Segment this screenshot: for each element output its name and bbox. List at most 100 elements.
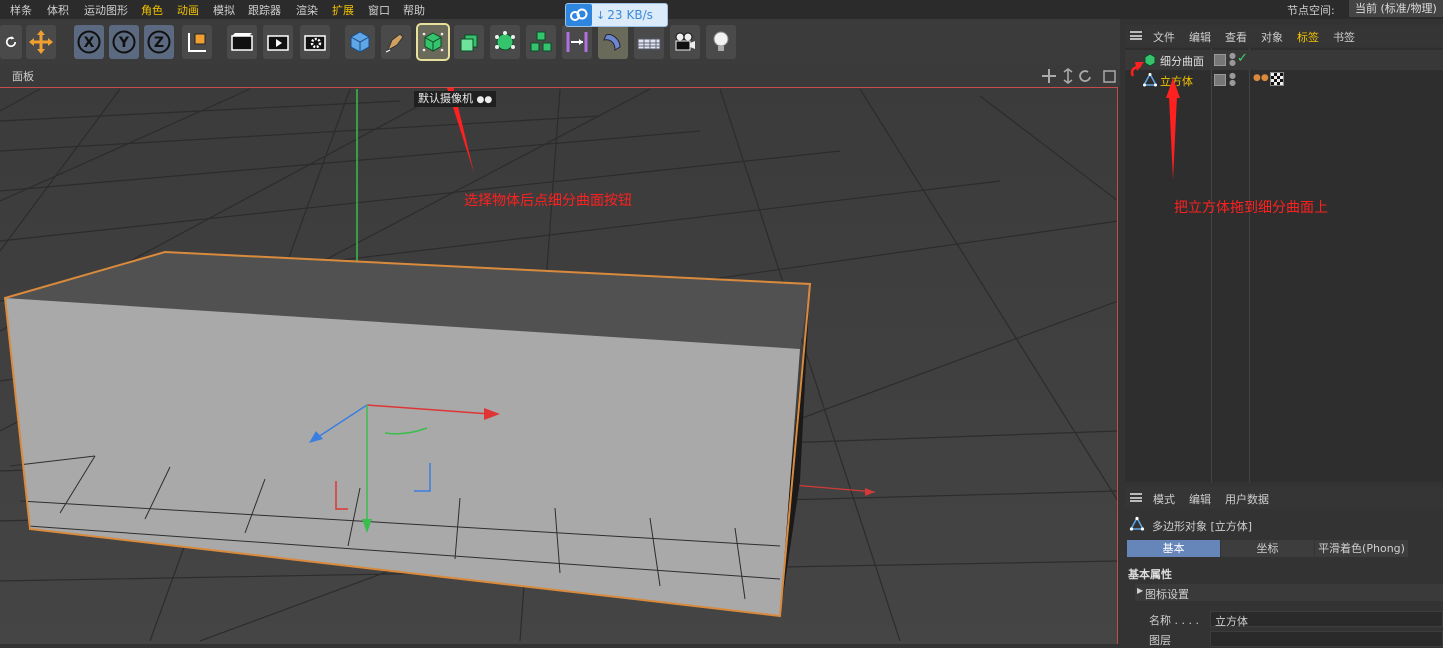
tab-basic[interactable]: 基本 [1127,540,1220,557]
icon-settings-group[interactable]: ▶ 图标设置 [1135,584,1443,601]
subdivision-surface-button[interactable] [416,23,450,61]
menu-tracker[interactable]: 跟踪器 [248,2,281,18]
render-settings-icon [304,35,326,51]
menu-help[interactable]: 帮助 [403,2,425,18]
menu-character[interactable]: 角色 [141,2,163,18]
am-menu-mode[interactable]: 模式 [1153,491,1175,507]
om-menu-edit[interactable]: 编辑 [1189,29,1211,45]
cube-button[interactable] [345,25,375,59]
layer-icon[interactable] [1214,74,1226,86]
menu-simulate[interactable]: 模拟 [213,2,235,18]
layer-icon[interactable] [1214,54,1226,66]
layer-field[interactable] [1210,631,1443,647]
menu-volume[interactable]: 体积 [47,2,69,18]
om-menu-tags[interactable]: 标签 [1297,29,1319,45]
render-picture-button[interactable] [263,25,293,59]
annotation-text-left: 选择物体后点细分曲面按钮 [464,193,632,209]
reset-icon [5,36,17,48]
attribute-panel: 多边形对象 [立方体] 基本 坐标 平滑着色(Phong) 基本属性 ▶ 图标设… [1125,510,1443,647]
phong-tag-icon[interactable]: ●● [1253,73,1269,83]
menu-animate[interactable]: 动画 [177,2,199,18]
viewport-header: 面板 [0,65,1120,87]
object-list: 细分曲面 ● ● ✓ 立方体 ● ● ●● [1125,48,1443,482]
camera-icon [675,32,695,51]
section-title: 基本属性 [1128,568,1172,581]
y-axis-icon: Y [112,30,136,54]
bend-button[interactable] [598,25,628,59]
menu-render[interactable]: 渲染 [296,2,318,18]
polygon-object-icon [1129,516,1145,531]
camera-button[interactable] [670,25,700,59]
light-icon [713,31,729,51]
menu-spline[interactable]: 样条 [10,2,32,18]
zoom-view-icon[interactable] [1063,68,1073,84]
floor-icon [637,38,661,50]
menu-window[interactable]: 窗口 [368,2,390,18]
render-view-button[interactable] [227,25,257,59]
object-title: 多边形对象 [立方体] [1152,520,1253,533]
panel-menu[interactable]: 面板 [12,68,34,84]
net-speed-unit: KB/s [626,8,653,22]
om-menu-view[interactable]: 查看 [1225,29,1247,45]
om-menu-bookmarks[interactable]: 书签 [1333,29,1355,45]
menubar: 样条 体积 运动图形 角色 动画 模拟 跟踪器 渲染 扩展 窗口 帮助 节点空间… [0,0,1443,19]
name-field[interactable]: 立方体 [1210,611,1443,628]
material-tag-icon[interactable] [1270,72,1284,86]
array-icon [530,31,552,52]
visibility-dots-icon[interactable]: ● ● [1229,72,1236,87]
tab-phong[interactable]: 平滑着色(Phong) [1315,540,1408,557]
camera-label[interactable]: 默认摄像机 ●● [414,91,497,107]
pen-icon [385,33,404,53]
pen-button[interactable] [381,25,411,59]
viewport-nav-icons [1042,68,1116,84]
move-button[interactable] [26,25,56,59]
move-icon [29,30,53,54]
x-axis-icon: X [77,30,101,54]
light-button[interactable] [706,25,736,59]
floor-button[interactable] [634,25,664,59]
symmetry-icon [566,32,588,52]
extrude-button[interactable] [454,25,484,59]
layer-label: 图层 [1149,634,1171,647]
pan-view-icon[interactable] [1042,69,1056,83]
cloner-button[interactable] [490,25,520,59]
menu-burger-icon[interactable] [1130,31,1142,40]
om-menu-file[interactable]: 文件 [1153,29,1175,45]
y-axis-label: Y [118,35,130,51]
z-axis-label: Z [154,35,164,51]
cloner-icon [495,31,515,51]
z-axis-button[interactable]: Z [144,25,174,59]
om-menu-object[interactable]: 对象 [1261,29,1283,45]
annotation-arrow-objects [1130,62,1180,180]
3d-viewport[interactable] [0,87,1118,644]
menu-burger-icon[interactable] [1130,493,1142,502]
symmetry-button[interactable] [562,25,592,59]
annotation-text-right: 把立方体拖到细分曲面上 [1174,200,1328,216]
x-axis-button[interactable]: X [74,25,104,59]
am-menu-edit[interactable]: 编辑 [1189,491,1211,507]
y-axis-button[interactable]: Y [109,25,139,59]
array-button[interactable] [526,25,556,59]
reset-button[interactable] [0,25,22,59]
menu-extensions[interactable]: 扩展 [332,2,354,18]
menu-mograph[interactable]: 运动图形 [84,2,128,18]
enabled-check-icon[interactable]: ✓ [1237,51,1248,66]
coordinate-system-button[interactable] [182,25,212,59]
maximize-view-icon[interactable] [1103,70,1116,83]
rotate-view-icon[interactable] [1079,70,1091,82]
am-menu-userdata[interactable]: 用户数据 [1225,491,1269,507]
z-axis-icon: Z [147,30,171,54]
viewport-scene [0,88,1117,644]
cube-icon [350,31,370,53]
bend-icon [603,34,621,51]
visibility-dots-icon[interactable]: ● ● [1229,52,1236,67]
cloud-icon [566,4,592,26]
tab-coordinates[interactable]: 坐标 [1221,540,1314,557]
x-axis-label: X [84,35,95,51]
camera-icon: ●● [476,95,493,105]
node-space-select[interactable]: 当前 (标准/物理) [1349,0,1443,17]
net-speed-value: 23 [607,8,623,22]
extrude-icon [460,34,478,52]
render-view-icon [231,33,253,51]
render-settings-button[interactable] [300,25,330,59]
